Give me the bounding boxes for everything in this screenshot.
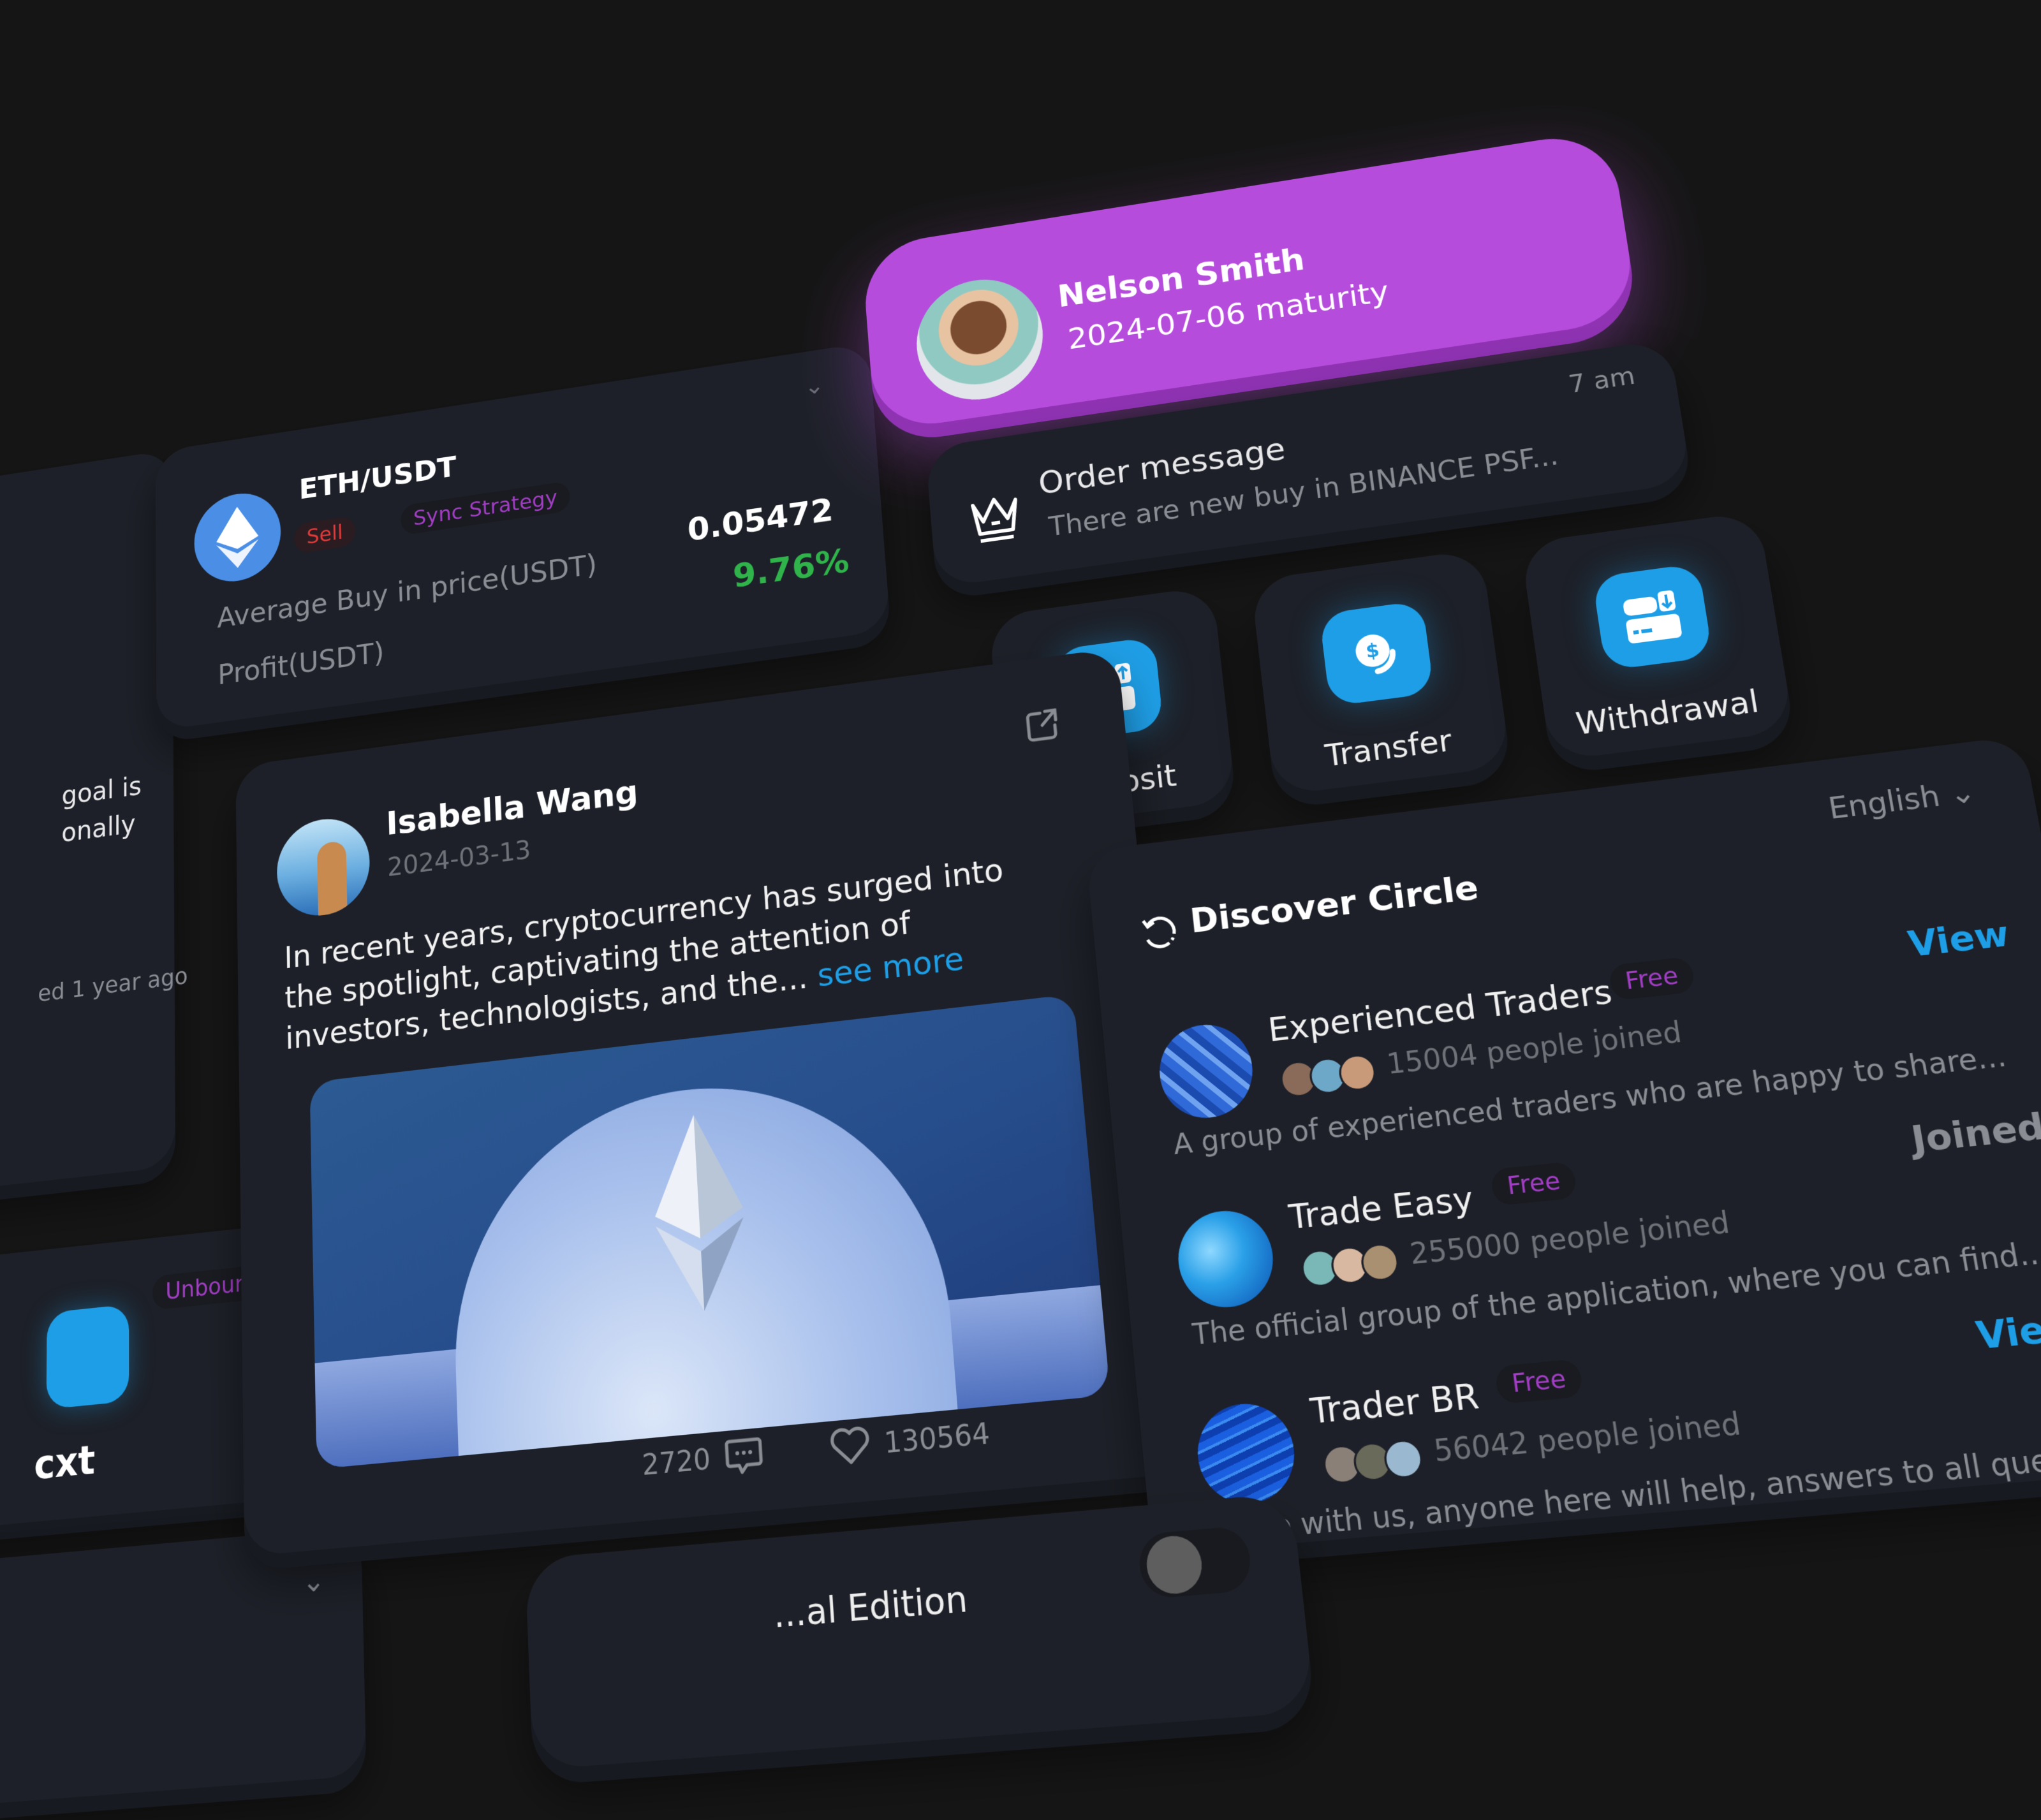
discover-title: Discover Circle [1188,868,1481,941]
member-avatars [1321,1438,1425,1486]
language-value: English [1826,779,1943,826]
edition-label: ...al Edition [772,1578,969,1637]
withdrawal-button[interactable]: Withdrawal [1520,511,1795,761]
partial-timestamp: ed 1 year ago [38,962,188,1008]
pair-label: ETH/USDT [298,450,457,506]
heart-icon[interactable] [828,1422,873,1470]
member-avatar [1337,1052,1378,1093]
edition-toggle[interactable] [1137,1525,1253,1599]
exchange-icon [46,1304,129,1409]
wallet-withdraw-icon [1591,563,1713,671]
group-name: Trader BR [1308,1375,1482,1432]
comment-icon[interactable] [722,1432,766,1479]
post-card[interactable]: Isabella Wang 2024-03-13 In recent years… [235,647,1200,1557]
comment-count: 2720 [641,1441,712,1482]
avatar [912,270,1049,409]
chevron-down-icon[interactable]: ⌄ [804,372,825,400]
toggle-knob [1144,1534,1205,1596]
share-icon[interactable] [1022,705,1063,746]
svg-text:$: $ [1365,640,1381,662]
member-avatars [1278,1052,1378,1099]
sell-tag: Sell [293,515,356,554]
transfer-label: Transfer [1323,723,1454,774]
group-logo [1193,1400,1300,1508]
ethereum-icon [216,503,259,571]
collapsed-card[interactable]: ⌄ [0,1525,367,1814]
member-avatar [1359,1242,1401,1283]
group-name: Trade Easy [1286,1178,1476,1237]
left-partial-card: goal is onally ed 1 year ago [0,449,188,1200]
exchange-name: cxt [34,1437,96,1489]
edition-setting-row: ...al Edition [525,1492,1316,1770]
post-author: Isabella Wang [385,772,639,843]
free-badge: Free [1489,1161,1578,1207]
post-date: 2024-03-13 [387,834,532,883]
eth-strategy-card[interactable]: ETH/USDT Sell Sync Strategy Average Buy … [155,342,891,731]
coin-transfer-icon: $ [1319,600,1434,707]
member-avatars [1299,1242,1401,1289]
view-button[interactable]: View [1905,914,2012,965]
crown-icon [966,487,1025,548]
group-logo [1155,1020,1258,1123]
view-button[interactable]: View [1973,1305,2041,1358]
joined-button[interactable]: Joined [1908,1106,2041,1161]
language-select[interactable]: English ⌄ [1826,775,1978,826]
sync-strategy-tag: Sync Strategy [400,480,571,536]
like-count: 130564 [883,1416,991,1460]
avg-price-label: Average Buy in price(USDT) [217,548,598,635]
profit-value: 9.76% [732,541,851,596]
dashboard-scene: goal is onally ed 1 year ago Unbound cxt… [0,0,2041,1814]
eth-coin-icon [194,487,282,587]
ethereum-3d-icon [650,1110,749,1316]
refresh-icon[interactable] [1137,911,1180,953]
chevron-down-icon[interactable]: ⌄ [302,1563,325,1600]
free-badge: Free [1494,1358,1584,1404]
post-image[interactable] [309,994,1110,1469]
withdrawal-label: Withdrawal [1573,683,1762,742]
discover-circle-card: Discover Circle English ⌄ Experienced Tr… [1086,735,2041,1555]
avg-price-value: 0.05472 [686,490,835,548]
transfer-button[interactable]: $ Transfer [1250,548,1512,796]
group-logo [1174,1206,1278,1312]
stats-spacer [777,1449,816,1453]
order-time: 7 am [1566,362,1637,399]
profit-label: Profit(USDT) [217,636,385,692]
chevron-down-icon: ⌄ [1946,775,1978,812]
author-avatar [276,813,371,921]
partial-text: goal is onally [61,768,142,853]
member-avatar [1382,1438,1425,1480]
free-badge: Free [1607,956,1697,1001]
